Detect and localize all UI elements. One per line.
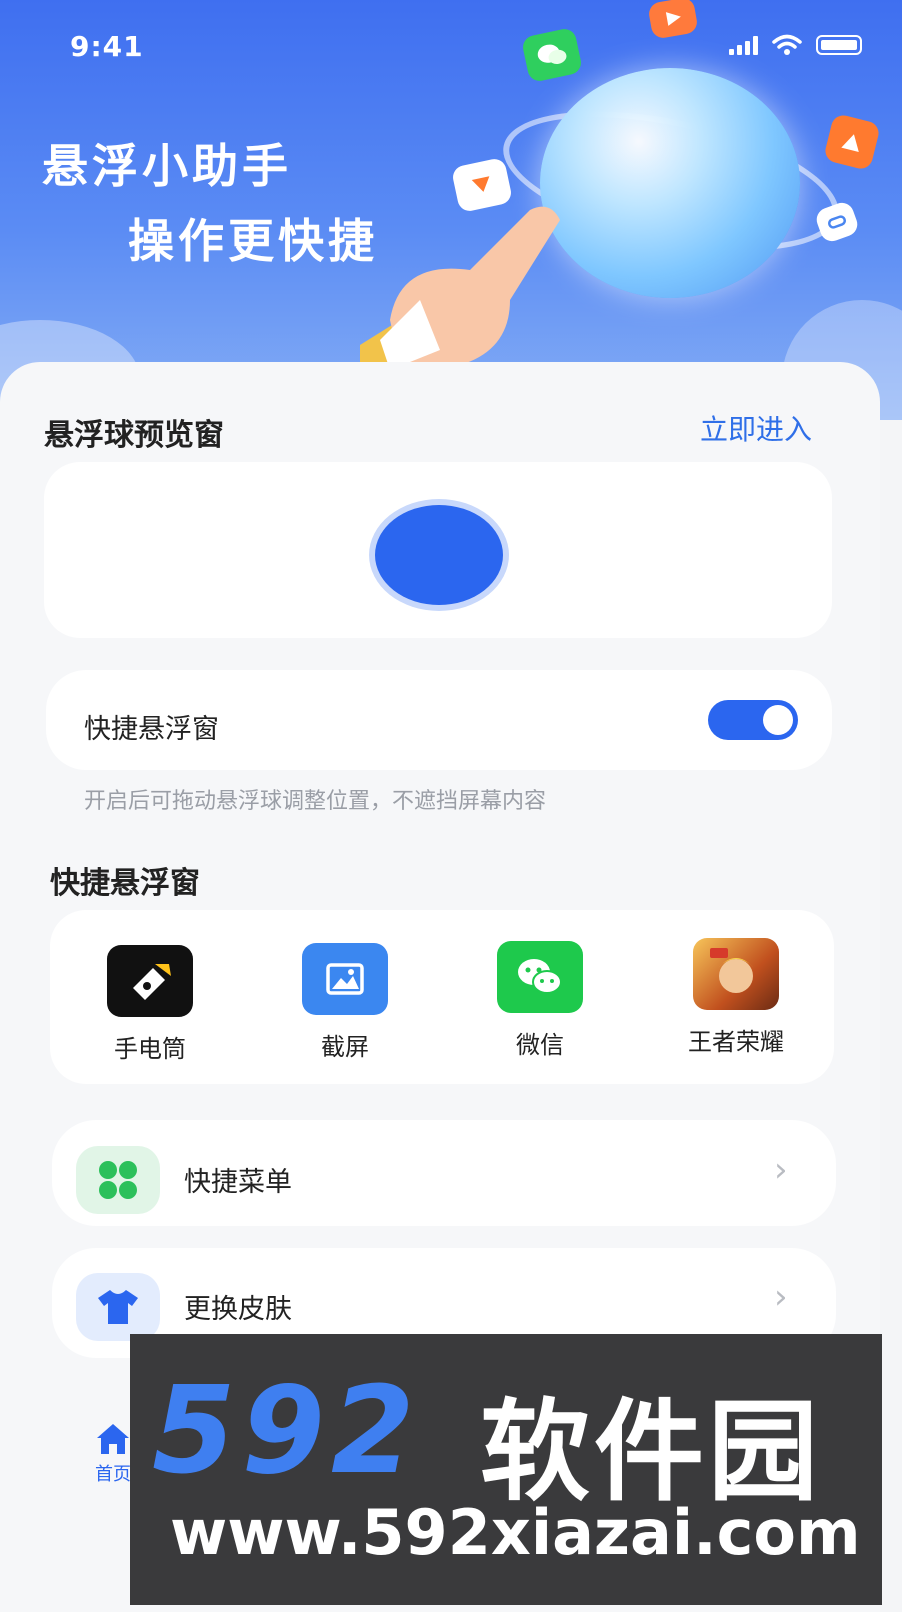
hero-title-line2: 操作更快捷 [128,214,378,268]
toggle-hint: 开启后可拖动悬浮球调整位置，不遮挡屏幕内容 [84,789,547,814]
chevron-right-icon: › [774,1150,788,1190]
battery-icon [816,35,862,55]
floating-ball-preview[interactable] [375,505,503,605]
shortcut-flashlight[interactable]: 手电筒 [80,945,220,1064]
shortcut-label: 王者荣耀 [688,1028,784,1056]
status-time: 9:41 [70,30,144,63]
floating-window-toggle[interactable] [708,700,798,740]
watermark-brand-number: 592 [152,1362,421,1501]
enter-now-link[interactable]: 立即进入 [700,408,812,448]
screenshot-icon [302,943,388,1015]
shortcut-wechat[interactable]: 微信 [470,941,610,1060]
shirt-icon [76,1273,160,1341]
game-icon [693,938,779,1010]
home-icon [97,1424,129,1454]
wechat-icon [497,941,583,1013]
toggle-row-label: 快捷悬浮窗 [84,714,219,745]
menu-row-quick-menu[interactable] [52,1120,836,1226]
shortcut-label: 截屏 [321,1033,369,1061]
shortcuts-title: 快捷悬浮窗 [50,866,200,901]
triangle-chip-icon [822,112,882,172]
shortcut-screenshot[interactable]: 截屏 [275,943,415,1062]
wechat-chip-icon [520,26,584,84]
chevron-right-icon: › [774,1277,788,1317]
signal-icon [729,35,758,55]
watermark-overlay: 592 软件园 www.592xiazai.com [130,1334,882,1605]
shortcut-label: 手电筒 [114,1035,186,1063]
hero-title-line1: 悬浮小助手 [42,139,292,193]
watermark-url: www.592xiazai.com [170,1496,861,1569]
flashlight-icon [107,945,193,1017]
toggle-knob [763,705,793,735]
status-bar: 9:41 [70,28,862,68]
floating-ball-illustration [540,68,800,298]
shortcut-honor-of-kings[interactable]: 王者荣耀 [666,938,806,1057]
pointing-hand-illustration [360,206,560,370]
preview-title: 悬浮球预览窗 [44,418,224,453]
wifi-icon [772,34,802,55]
grid-icon [76,1146,160,1214]
menu-label: 快捷菜单 [184,1167,292,1198]
menu-label: 更换皮肤 [184,1294,292,1325]
status-icons [729,34,862,56]
shortcut-label: 微信 [516,1031,564,1059]
hero-banner: 9:41 悬浮小助手 操作更快捷 [0,0,902,420]
